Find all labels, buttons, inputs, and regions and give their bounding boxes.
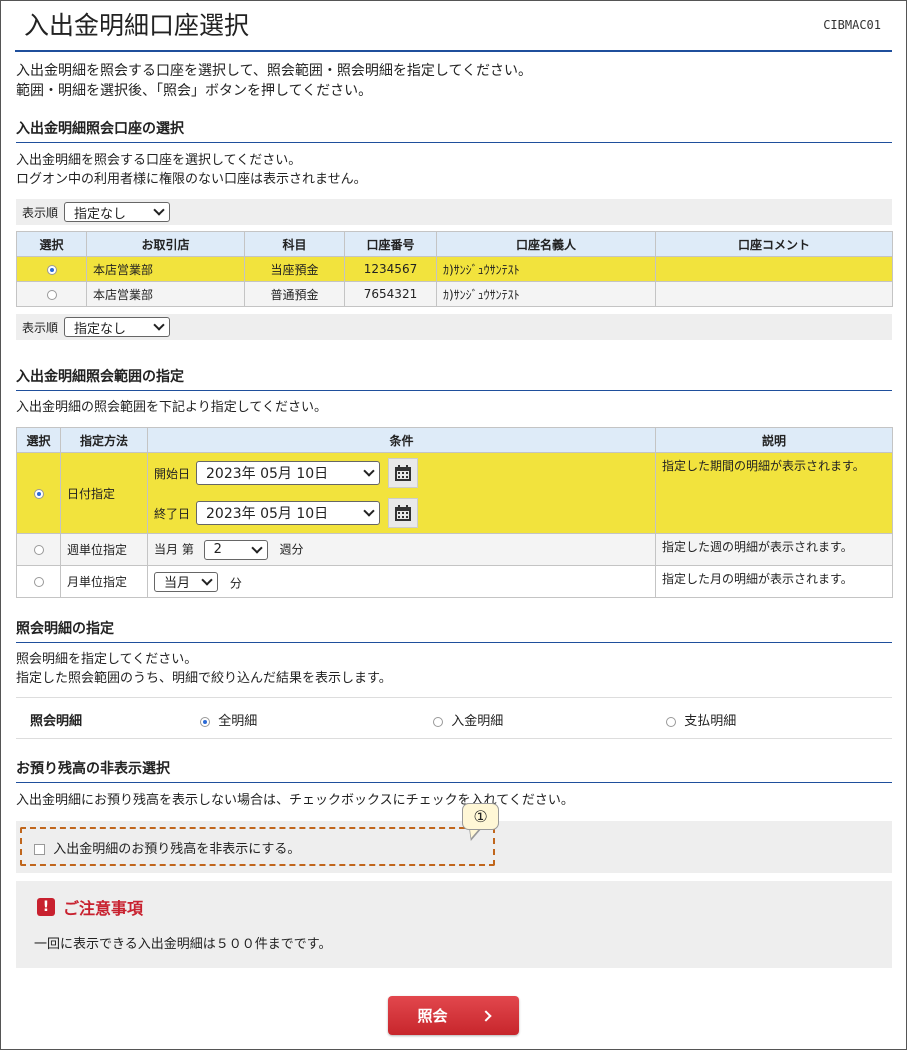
chevron-down-icon [363,465,375,477]
sort-bar-bottom: 表示順 指定なし [16,314,892,340]
chevron-down-icon [363,505,375,517]
account-radio[interactable] [46,289,57,300]
chevron-down-icon [201,573,213,586]
account-section-desc: 入出金明細を照会する口座を選択してください。 ログオン中の利用者様に権限のない口… [16,153,367,187]
detail-option-all[interactable]: 全明細 [200,710,257,729]
range-date-radio[interactable] [33,488,44,499]
table-row[interactable]: 本店営業部 当座預金 1234567 ｶ)ｻﾝｼﾞｭｳｻﾝﾃｽﾄ [16,256,893,282]
chevron-down-icon [250,541,263,554]
chevron-right-icon [479,1009,492,1022]
calendar-icon[interactable] [388,458,419,488]
balance-section-heading: お預り残高の非表示選択 [16,758,892,783]
notice-text: 一回に表示できる入出金明細は５００件までです。 [34,937,332,952]
chevron-down-icon [153,204,165,216]
sort-label: 表示順 [22,205,59,220]
detail-section-desc: 照会明細を指定してください。 指定した照会範囲のうち、明細で絞り込んだ結果を表示… [16,652,392,686]
start-date-select[interactable]: 2023年 05月 10日 [196,461,381,485]
screen-id: CIBMAC01 [823,18,881,32]
sort-select-bottom[interactable]: 指定なし [64,317,171,337]
notice-title: ご注意事項 [63,899,144,918]
callout-highlight [20,827,495,866]
end-date-select[interactable]: 2023年 05月 10日 [196,501,381,525]
inquiry-button[interactable]: 照会 [388,996,519,1035]
account-section-heading: 入出金明細照会口座の選択 [16,118,892,143]
table-row[interactable]: 週単位指定 当月 第 2 週分 指定した週の明細が表示されます。 [16,533,893,566]
table-row[interactable]: 日付指定 開始日 2023年 05月 10日 終了日 2023年 05月 10日 [16,452,893,534]
notice-panel: ! ご注意事項 一回に表示できる入出金明細は５００件までです。 [16,881,892,968]
sort-bar-top: 表示順 指定なし [16,199,892,225]
account-table: 選択 お取引店 科目 口座番号 口座名義人 口座コメント 本店営業部 当座預金 … [16,231,893,307]
callout-number: ① [462,803,499,830]
month-select[interactable]: 当月 [154,571,218,592]
table-header-row: 選択 指定方法 条件 説明 [16,427,893,453]
table-header-row: 選択 お取引店 科目 口座番号 口座名義人 口座コメント [16,231,893,257]
detail-option-deposit[interactable]: 入金明細 [433,710,503,729]
sort-select-top[interactable]: 指定なし [64,202,171,222]
detail-option-row: 照会明細 全明細 入金明細 支払明細 [16,697,892,739]
range-section-desc: 入出金明細の照会範囲を下記より指定してください。 [16,400,327,415]
table-row[interactable]: 月単位指定 当月 分 指定した月の明細が表示されます。 [16,565,893,598]
detail-section-heading: 照会明細の指定 [16,618,892,643]
detail-label: 照会明細 [30,714,83,729]
detail-option-payment[interactable]: 支払明細 [666,710,736,729]
intro-text: 入出金明細を照会する口座を選択して、照会範囲・照会明細を指定してください。 範囲… [16,63,533,99]
sort-label: 表示順 [22,320,59,335]
range-week-radio[interactable] [33,545,44,555]
table-row[interactable]: 本店営業部 普通預金 7654321 ｶ)ｻﾝｼﾞｭｳｻﾝﾃｽﾄ [16,281,893,307]
warning-icon: ! [37,898,55,916]
page-title: 入出金明細口座選択 [24,11,250,40]
calendar-icon[interactable] [388,498,419,528]
week-select[interactable]: 2 [203,539,268,560]
range-month-radio[interactable] [33,577,44,587]
account-radio[interactable] [46,264,57,275]
chevron-down-icon [153,319,165,331]
range-section-heading: 入出金明細照会範囲の指定 [16,366,892,391]
range-table: 選択 指定方法 条件 説明 日付指定 開始日 2023年 05月 10日 終了日… [16,427,893,598]
title-divider [15,50,892,52]
